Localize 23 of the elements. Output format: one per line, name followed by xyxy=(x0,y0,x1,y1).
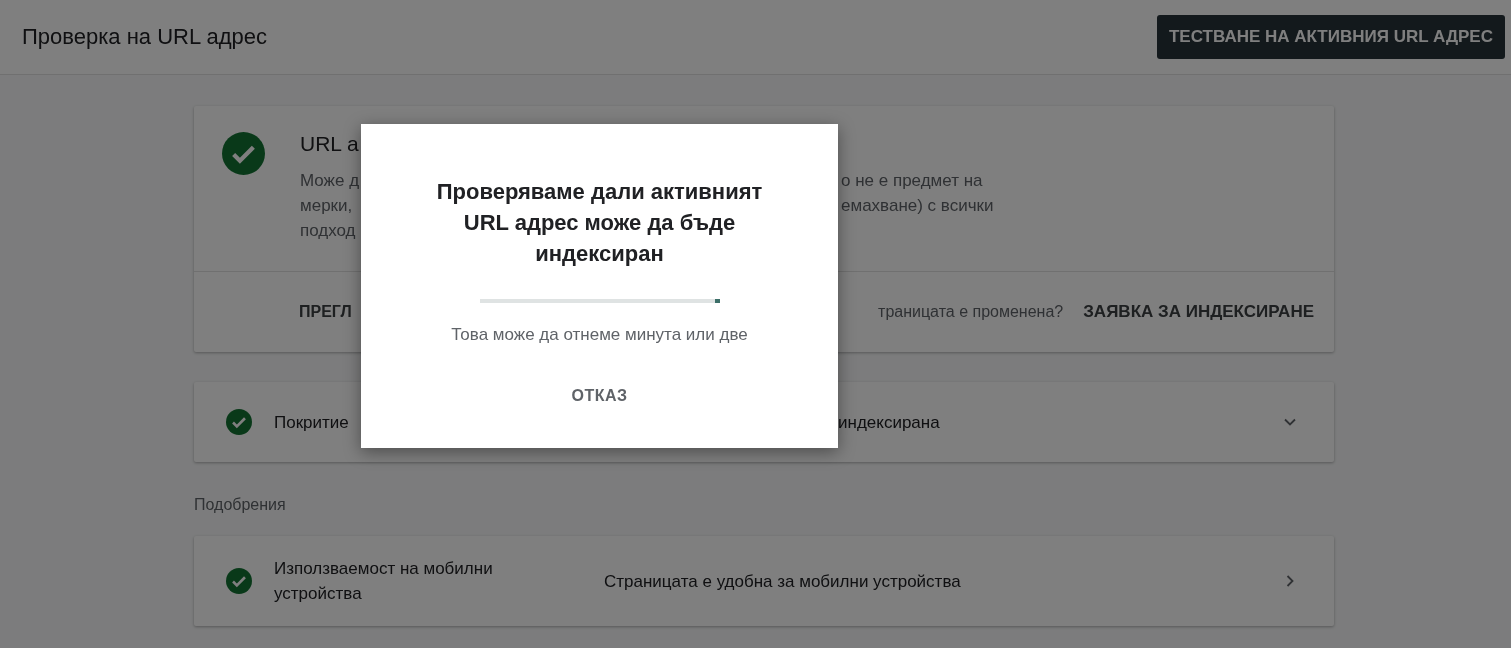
description-text: мерки, xyxy=(300,196,353,215)
dialog-note: Това може да отнеме минута или две xyxy=(451,325,748,345)
coverage-value: индексирана xyxy=(838,411,941,434)
check-circle-icon xyxy=(226,409,252,435)
page-title: Проверка на URL адрес xyxy=(22,24,267,50)
enhancement-label: Използваемост на мобилни устройства xyxy=(274,558,494,605)
description-text: емахване) с всички xyxy=(841,195,994,217)
test-live-url-button[interactable]: ТЕСТВАНЕ НА АКТИВНИЯ URL АДРЕС xyxy=(1157,15,1505,59)
dialog-title: Проверяваме дали активният URL адрес може да бъде индексиран xyxy=(435,178,764,268)
description-text: подход xyxy=(300,221,356,240)
section-label: Подобрения xyxy=(194,496,287,514)
enhancement-value: Страницата е удобна за мобилни устройства xyxy=(604,570,962,593)
request-indexing-button[interactable]: ЗАЯВКА ЗА ИНДЕКСИРАНЕ xyxy=(1083,296,1314,328)
status-title: URL а xyxy=(300,132,359,155)
check-circle-icon xyxy=(222,132,265,175)
view-link[interactable]: ПРЕГЛ xyxy=(299,303,352,321)
check-circle-icon xyxy=(226,568,252,594)
cancel-button[interactable]: ОТКАЗ xyxy=(561,381,638,411)
description-text: о не е предмет на xyxy=(841,170,984,192)
enhancement-row[interactable]: Използваемост на мобилни устройства Страницата е удобна за мобилни устройства xyxy=(194,536,1334,626)
coverage-label: Покритие xyxy=(274,411,350,434)
description-text: Може д xyxy=(300,171,360,190)
page-changed-question: траницата е променена? xyxy=(878,303,1064,321)
